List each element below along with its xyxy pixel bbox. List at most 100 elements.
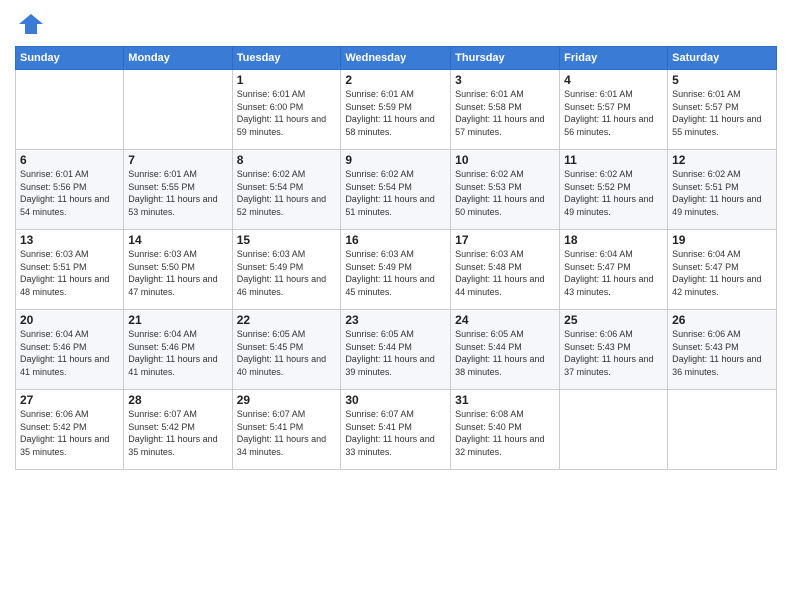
day-info: Sunrise: 6:04 AM Sunset: 5:47 PM Dayligh… — [564, 248, 663, 298]
day-info: Sunrise: 6:02 AM Sunset: 5:53 PM Dayligh… — [455, 168, 555, 218]
day-number: 25 — [564, 313, 663, 327]
calendar-cell: 17Sunrise: 6:03 AM Sunset: 5:48 PM Dayli… — [451, 230, 560, 310]
calendar-cell: 13Sunrise: 6:03 AM Sunset: 5:51 PM Dayli… — [16, 230, 124, 310]
calendar-cell: 25Sunrise: 6:06 AM Sunset: 5:43 PM Dayli… — [560, 310, 668, 390]
day-number: 18 — [564, 233, 663, 247]
calendar-cell: 5Sunrise: 6:01 AM Sunset: 5:57 PM Daylig… — [668, 70, 777, 150]
day-info: Sunrise: 6:03 AM Sunset: 5:50 PM Dayligh… — [128, 248, 227, 298]
day-info: Sunrise: 6:05 AM Sunset: 5:45 PM Dayligh… — [237, 328, 337, 378]
day-number: 21 — [128, 313, 227, 327]
calendar-cell: 31Sunrise: 6:08 AM Sunset: 5:40 PM Dayli… — [451, 390, 560, 470]
day-info: Sunrise: 6:07 AM Sunset: 5:42 PM Dayligh… — [128, 408, 227, 458]
day-number: 15 — [237, 233, 337, 247]
calendar-cell: 30Sunrise: 6:07 AM Sunset: 5:41 PM Dayli… — [341, 390, 451, 470]
calendar-cell: 7Sunrise: 6:01 AM Sunset: 5:55 PM Daylig… — [124, 150, 232, 230]
logo — [15, 10, 45, 38]
calendar-cell: 24Sunrise: 6:05 AM Sunset: 5:44 PM Dayli… — [451, 310, 560, 390]
day-info: Sunrise: 6:04 AM Sunset: 5:47 PM Dayligh… — [672, 248, 772, 298]
day-number: 31 — [455, 393, 555, 407]
day-number: 11 — [564, 153, 663, 167]
calendar-cell: 8Sunrise: 6:02 AM Sunset: 5:54 PM Daylig… — [232, 150, 341, 230]
calendar-cell: 18Sunrise: 6:04 AM Sunset: 5:47 PM Dayli… — [560, 230, 668, 310]
day-info: Sunrise: 6:02 AM Sunset: 5:52 PM Dayligh… — [564, 168, 663, 218]
week-row-5: 27Sunrise: 6:06 AM Sunset: 5:42 PM Dayli… — [16, 390, 777, 470]
weekday-header-wednesday: Wednesday — [341, 47, 451, 70]
day-info: Sunrise: 6:01 AM Sunset: 6:00 PM Dayligh… — [237, 88, 337, 138]
calendar-cell: 29Sunrise: 6:07 AM Sunset: 5:41 PM Dayli… — [232, 390, 341, 470]
weekday-header-tuesday: Tuesday — [232, 47, 341, 70]
day-number: 29 — [237, 393, 337, 407]
day-number: 13 — [20, 233, 119, 247]
day-info: Sunrise: 6:02 AM Sunset: 5:51 PM Dayligh… — [672, 168, 772, 218]
day-info: Sunrise: 6:01 AM Sunset: 5:55 PM Dayligh… — [128, 168, 227, 218]
calendar-cell: 14Sunrise: 6:03 AM Sunset: 5:50 PM Dayli… — [124, 230, 232, 310]
day-info: Sunrise: 6:02 AM Sunset: 5:54 PM Dayligh… — [345, 168, 446, 218]
day-info: Sunrise: 6:06 AM Sunset: 5:43 PM Dayligh… — [564, 328, 663, 378]
day-number: 16 — [345, 233, 446, 247]
day-number: 7 — [128, 153, 227, 167]
day-number: 10 — [455, 153, 555, 167]
calendar-cell: 21Sunrise: 6:04 AM Sunset: 5:46 PM Dayli… — [124, 310, 232, 390]
day-number: 30 — [345, 393, 446, 407]
day-number: 12 — [672, 153, 772, 167]
day-number: 9 — [345, 153, 446, 167]
day-number: 8 — [237, 153, 337, 167]
calendar-cell: 6Sunrise: 6:01 AM Sunset: 5:56 PM Daylig… — [16, 150, 124, 230]
day-number: 14 — [128, 233, 227, 247]
day-info: Sunrise: 6:02 AM Sunset: 5:54 PM Dayligh… — [237, 168, 337, 218]
day-info: Sunrise: 6:01 AM Sunset: 5:56 PM Dayligh… — [20, 168, 119, 218]
day-number: 2 — [345, 73, 446, 87]
day-info: Sunrise: 6:01 AM Sunset: 5:57 PM Dayligh… — [564, 88, 663, 138]
day-info: Sunrise: 6:06 AM Sunset: 5:43 PM Dayligh… — [672, 328, 772, 378]
calendar-cell: 27Sunrise: 6:06 AM Sunset: 5:42 PM Dayli… — [16, 390, 124, 470]
day-info: Sunrise: 6:05 AM Sunset: 5:44 PM Dayligh… — [455, 328, 555, 378]
day-info: Sunrise: 6:03 AM Sunset: 5:49 PM Dayligh… — [237, 248, 337, 298]
calendar-cell: 23Sunrise: 6:05 AM Sunset: 5:44 PM Dayli… — [341, 310, 451, 390]
calendar-cell: 22Sunrise: 6:05 AM Sunset: 5:45 PM Dayli… — [232, 310, 341, 390]
day-number: 3 — [455, 73, 555, 87]
calendar-cell: 20Sunrise: 6:04 AM Sunset: 5:46 PM Dayli… — [16, 310, 124, 390]
week-row-1: 1Sunrise: 6:01 AM Sunset: 6:00 PM Daylig… — [16, 70, 777, 150]
day-number: 19 — [672, 233, 772, 247]
calendar-cell — [16, 70, 124, 150]
calendar-cell — [560, 390, 668, 470]
weekday-header-friday: Friday — [560, 47, 668, 70]
day-number: 4 — [564, 73, 663, 87]
calendar-cell — [668, 390, 777, 470]
day-number: 23 — [345, 313, 446, 327]
day-number: 5 — [672, 73, 772, 87]
calendar-cell: 1Sunrise: 6:01 AM Sunset: 6:00 PM Daylig… — [232, 70, 341, 150]
calendar-cell: 11Sunrise: 6:02 AM Sunset: 5:52 PM Dayli… — [560, 150, 668, 230]
day-info: Sunrise: 6:07 AM Sunset: 5:41 PM Dayligh… — [345, 408, 446, 458]
day-info: Sunrise: 6:03 AM Sunset: 5:51 PM Dayligh… — [20, 248, 119, 298]
logo-icon — [17, 10, 45, 38]
day-number: 26 — [672, 313, 772, 327]
day-info: Sunrise: 6:01 AM Sunset: 5:58 PM Dayligh… — [455, 88, 555, 138]
weekday-header-row: SundayMondayTuesdayWednesdayThursdayFrid… — [16, 47, 777, 70]
weekday-header-monday: Monday — [124, 47, 232, 70]
weekday-header-sunday: Sunday — [16, 47, 124, 70]
calendar-cell: 16Sunrise: 6:03 AM Sunset: 5:49 PM Dayli… — [341, 230, 451, 310]
weekday-header-saturday: Saturday — [668, 47, 777, 70]
day-info: Sunrise: 6:04 AM Sunset: 5:46 PM Dayligh… — [128, 328, 227, 378]
day-number: 1 — [237, 73, 337, 87]
day-info: Sunrise: 6:01 AM Sunset: 5:59 PM Dayligh… — [345, 88, 446, 138]
day-number: 17 — [455, 233, 555, 247]
day-info: Sunrise: 6:03 AM Sunset: 5:48 PM Dayligh… — [455, 248, 555, 298]
calendar-cell: 2Sunrise: 6:01 AM Sunset: 5:59 PM Daylig… — [341, 70, 451, 150]
header — [15, 10, 777, 38]
day-info: Sunrise: 6:01 AM Sunset: 5:57 PM Dayligh… — [672, 88, 772, 138]
day-info: Sunrise: 6:05 AM Sunset: 5:44 PM Dayligh… — [345, 328, 446, 378]
day-number: 24 — [455, 313, 555, 327]
weekday-header-thursday: Thursday — [451, 47, 560, 70]
week-row-3: 13Sunrise: 6:03 AM Sunset: 5:51 PM Dayli… — [16, 230, 777, 310]
day-info: Sunrise: 6:08 AM Sunset: 5:40 PM Dayligh… — [455, 408, 555, 458]
day-info: Sunrise: 6:06 AM Sunset: 5:42 PM Dayligh… — [20, 408, 119, 458]
calendar-cell: 19Sunrise: 6:04 AM Sunset: 5:47 PM Dayli… — [668, 230, 777, 310]
calendar-cell: 28Sunrise: 6:07 AM Sunset: 5:42 PM Dayli… — [124, 390, 232, 470]
day-info: Sunrise: 6:07 AM Sunset: 5:41 PM Dayligh… — [237, 408, 337, 458]
week-row-4: 20Sunrise: 6:04 AM Sunset: 5:46 PM Dayli… — [16, 310, 777, 390]
day-info: Sunrise: 6:04 AM Sunset: 5:46 PM Dayligh… — [20, 328, 119, 378]
day-number: 28 — [128, 393, 227, 407]
calendar-cell — [124, 70, 232, 150]
